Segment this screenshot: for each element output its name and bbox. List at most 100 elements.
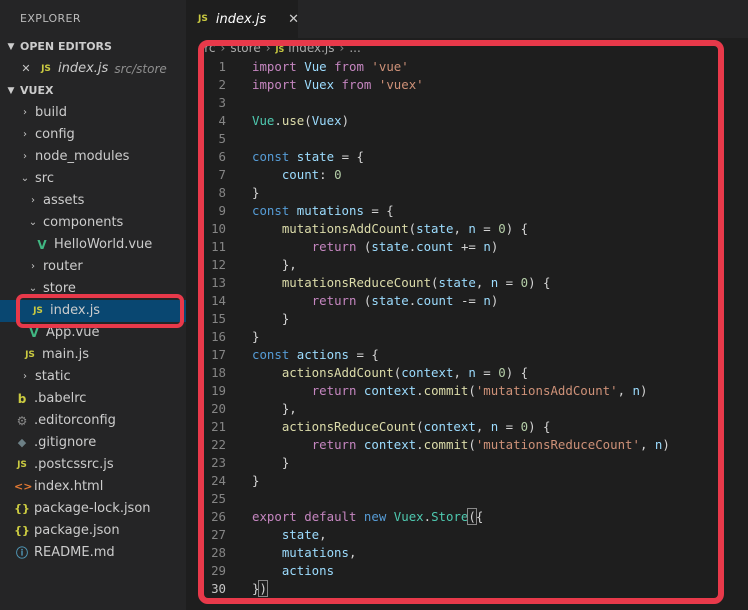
tree-folder-store[interactable]: ⌄ store [0,278,186,300]
code-token: actions [296,347,349,362]
gear-icon: ⚙ [16,414,28,428]
code-token: 'vue' [371,59,409,74]
git-diamond-icon: ◆ [17,436,27,449]
js-file-icon: JS [41,64,51,74]
code-token: from [334,59,364,74]
tree-file-index-html[interactable]: <> index.html [0,476,186,498]
line-number: 4 [218,113,226,128]
tree-file-babelrc[interactable]: b .babelrc [0,388,186,410]
chevron-right-icon: › [31,261,35,272]
tree-file-main-js[interactable]: JS main.js [0,344,186,366]
open-editor-path: src/store [114,62,167,76]
code-token: return [311,239,357,254]
code-line: 30}) [198,580,706,598]
code-token: import [252,77,297,92]
chevron-right-icon: › [23,129,27,140]
tree-folder-assets[interactable]: › assets [0,190,186,212]
line-number: 9 [218,203,226,218]
tree-folder-static[interactable]: › static [0,366,186,388]
code-token: mutations [281,545,349,560]
info-icon: ⓘ [15,546,28,560]
code-area[interactable]: 1 import Vue from 'vue' 2 import Vuex from… [198,58,706,598]
code-token: mutations [296,203,364,218]
tree-label: App.vue [46,325,100,340]
tree-file-package-lock-json[interactable]: {} package-lock.json [0,498,186,520]
close-icon[interactable]: ✕ [288,12,299,27]
code-token: 'mutationsReduceCount' [475,437,640,452]
code-line: 21 actionsReduceCount(context, n = 0) { [198,418,706,436]
breadcrumb-src[interactable]: src [198,41,216,55]
code-line: 28 mutations, [198,544,706,562]
line-number: 26 [211,509,226,524]
tree-folder-build[interactable]: › build [0,102,186,124]
breadcrumb-symbol[interactable]: ... [349,41,360,55]
tree-folder-components[interactable]: ⌄ components [0,212,186,234]
open-editors-label: OPEN EDITORS [20,40,112,53]
tree-file-editorconfig[interactable]: ⚙ .editorconfig [0,410,186,432]
code-token: actionsAddCount [281,365,394,380]
line-number: 18 [211,365,226,380]
code-token: mutationsReduceCount [281,275,432,290]
code-token: mutationsAddCount [281,221,409,236]
code-line: 10 mutationsAddCount(state, n = 0) { [198,220,706,238]
tab-index-js[interactable]: JS index.js ✕ [186,0,299,38]
tree-label: README.md [34,545,115,560]
tree-folder-router[interactable]: › router [0,256,186,278]
close-icon[interactable]: ✕ [20,58,32,80]
tree-label: package.json [34,523,120,538]
line-number: 29 [211,563,226,578]
tree-file-app-vue[interactable]: V App.vue [0,322,186,344]
line-number: 2 [218,77,226,92]
code-token: context [401,365,454,380]
code-token: 0 [520,275,529,290]
open-editor-item[interactable]: ✕ JS index.js src/store [0,58,186,80]
code-token: Store [431,509,469,524]
tree-label: components [43,215,124,230]
code-token: commit [423,437,469,452]
tree-file-gitignore[interactable]: ◆ .gitignore [0,432,186,454]
explorer-title: EXPLORER [20,12,81,25]
code-token: Vue [252,113,275,128]
chevron-down-icon: ⌄ [28,283,38,294]
tree-label: .editorconfig [34,413,116,428]
tree-folder-src[interactable]: ⌄ src [0,168,186,190]
js-file-icon: JS [198,14,208,24]
project-header[interactable]: ▼ VUEX [0,80,186,102]
tree-file-readme-md[interactable]: ⓘ README.md [0,542,186,564]
code-line: 29 actions [198,562,706,580]
code-line: 12 }, [198,256,706,274]
code-token: Vuex [393,509,424,524]
code-token: Vue [304,59,327,74]
code-token: -= [460,293,476,308]
tree-label: static [35,369,71,384]
code-token: n [468,365,476,380]
open-editors-header[interactable]: ▼ OPEN EDITORS [0,36,186,58]
line-number: 13 [211,275,226,290]
line-number: 16 [211,329,226,344]
code-token: 0 [520,419,529,434]
tree-file-postcssrc-js[interactable]: JS .postcssrc.js [0,454,186,476]
tree-file-index-js[interactable]: JS index.js [0,300,186,322]
code-token: += [460,239,476,254]
tree-label: .babelrc [34,391,87,406]
tree-label: package-lock.json [34,501,151,516]
line-number: 17 [211,347,226,362]
code-token: count [416,239,454,254]
tree-file-helloworld-vue[interactable]: V HelloWorld.vue [0,234,186,256]
code-token: default [304,509,357,524]
code-token: 0 [334,167,342,182]
tree-label: index.js [50,303,101,318]
breadcrumb-file[interactable]: index.js [288,41,334,55]
breadcrumb-store[interactable]: store [230,41,260,55]
code-token: 0 [498,365,506,380]
tree-folder-config[interactable]: › config [0,124,186,146]
tree-folder-node-modules[interactable]: › node_modules [0,146,186,168]
code-token: state [281,527,320,542]
code-token: const [252,347,290,362]
tab-bar: JS index.js ✕ [186,0,748,38]
tree-file-package-json[interactable]: {} package.json [0,520,186,542]
tree-label: config [35,127,75,142]
code-line: 1 import Vue from 'vue' [198,58,706,76]
code-token: Vuex [304,77,335,92]
line-number: 28 [211,545,226,560]
